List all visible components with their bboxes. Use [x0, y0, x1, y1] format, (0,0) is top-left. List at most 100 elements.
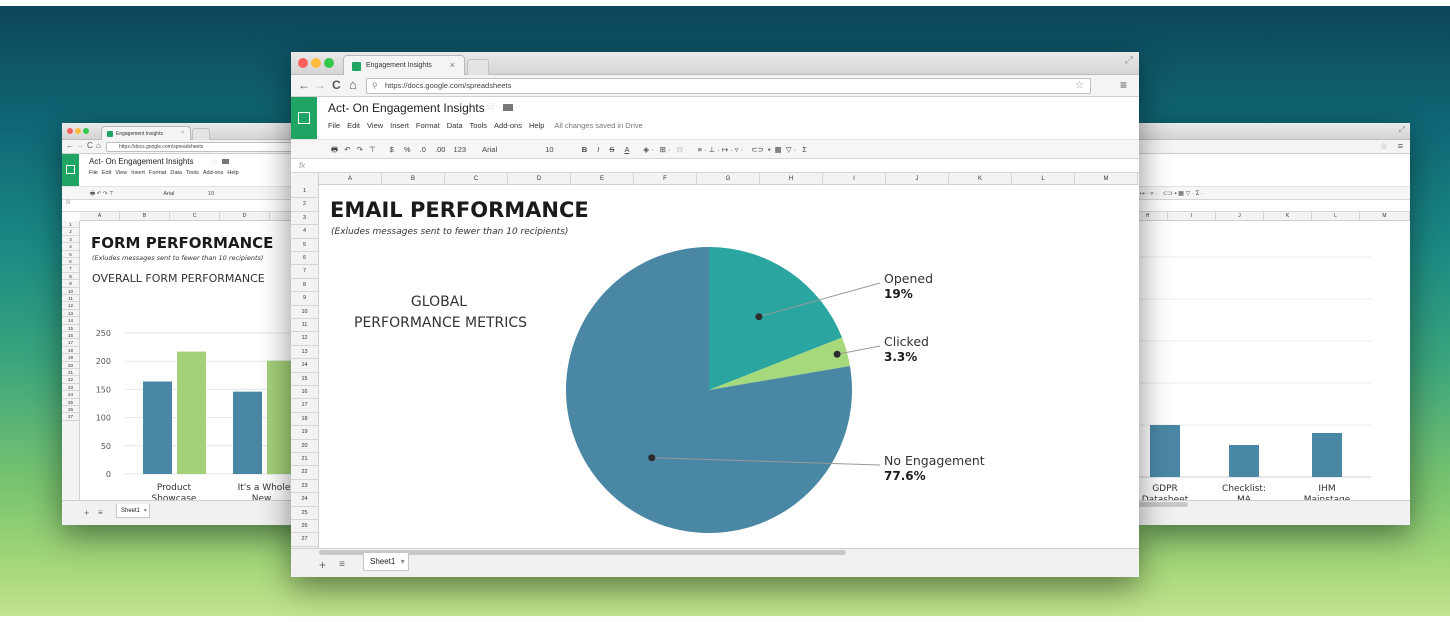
row-header[interactable]: 18 [291, 413, 318, 427]
link-icon[interactable]: ⊂⊃ [751, 145, 764, 154]
col-header[interactable]: G [697, 173, 760, 185]
menu-edit[interactable]: Edit [347, 121, 360, 130]
star-icon[interactable]: ☆ [211, 157, 218, 166]
sheet-tab[interactable]: Sheet1 ▾ [363, 553, 409, 571]
row-header[interactable]: 6 [291, 252, 318, 266]
folder-icon[interactable] [503, 104, 513, 111]
number-format-select[interactable]: 123 [454, 145, 467, 154]
row-header[interactable]: 9 [62, 280, 79, 288]
menu-addons[interactable]: Add-ons [494, 121, 522, 130]
row-header[interactable]: 5 [291, 239, 318, 252]
col-header[interactable]: M [1075, 173, 1138, 185]
italic-button[interactable]: I [597, 145, 599, 154]
star-icon[interactable]: ☆ [486, 100, 496, 113]
col-header[interactable]: E [571, 173, 634, 185]
add-sheet-icon[interactable]: + [319, 558, 326, 572]
row-header[interactable]: 13 [62, 309, 79, 318]
chart-icon[interactable]: ▦ [775, 145, 782, 154]
url-field[interactable]: ⚲ https://docs.google.com/spreadsheets ☆ [366, 78, 1091, 94]
menu-insert[interactable]: Insert [390, 121, 409, 130]
forward-icon[interactable]: → [76, 141, 84, 150]
row-header[interactable]: 8 [62, 272, 79, 281]
new-tab-button[interactable] [467, 59, 489, 75]
col-header[interactable]: K [949, 173, 1012, 185]
row-header[interactable]: 19 [62, 354, 79, 362]
new-tab-button[interactable] [192, 128, 210, 140]
col-header[interactable]: K [1264, 212, 1312, 221]
forward-icon[interactable]: → [314, 78, 326, 92]
row-header[interactable]: 20 [291, 440, 318, 453]
fullscreen-icon[interactable]: ⤢ [1125, 55, 1133, 66]
add-sheet-icon[interactable]: + [84, 508, 89, 518]
filter-icon[interactable]: ▽ [1186, 191, 1191, 197]
menu-view[interactable]: View [367, 121, 383, 130]
comment-icon[interactable]: ▪ [1174, 191, 1176, 197]
row-header[interactable]: 24 [291, 493, 318, 507]
functions-button[interactable]: Σ [802, 145, 807, 154]
row-header[interactable]: 16 [291, 386, 318, 400]
browser-tab[interactable]: Engagement Insights × [343, 55, 465, 75]
row-header[interactable]: 11 [291, 319, 318, 333]
strikethrough-button[interactable]: S [609, 145, 614, 154]
row-header[interactable]: 21 [291, 453, 318, 467]
tab-close-icon[interactable]: × [181, 130, 184, 136]
bookmark-star-icon[interactable]: ☆ [1380, 141, 1388, 152]
col-header[interactable]: A [319, 173, 382, 185]
back-icon[interactable]: ← [298, 78, 310, 92]
row-header[interactable]: 26 [291, 520, 318, 534]
menu-help[interactable]: Help [529, 121, 544, 130]
col-header[interactable]: I [1168, 212, 1216, 221]
home-icon[interactable]: ⌂ [349, 77, 357, 92]
row-header[interactable]: 5 [62, 250, 79, 258]
minimize-dot[interactable] [311, 58, 321, 68]
col-header[interactable]: D [508, 173, 571, 185]
redo-icon[interactable]: ↷ [103, 191, 108, 197]
row-header[interactable]: 12 [62, 302, 79, 310]
doc-title[interactable]: Act- On Engagement Insights [89, 157, 194, 166]
row-header[interactable]: 1 [62, 221, 79, 229]
menu-file[interactable]: File [89, 170, 98, 176]
fullscreen-icon[interactable]: ⤢ [1399, 125, 1405, 135]
col-header[interactable]: H [1138, 212, 1168, 221]
sheet-tab-dropdown-icon[interactable]: ▾ [144, 508, 147, 514]
right-formula-bar[interactable] [1138, 200, 1410, 212]
align-icon[interactable]: ↦ · ▿ · [1140, 191, 1157, 197]
font-select[interactable]: Arial [163, 191, 174, 197]
menu-format[interactable]: Format [149, 170, 166, 176]
zoom-dot[interactable] [83, 128, 89, 134]
url-field[interactable]: https://docs.google.com/spreadsheets [106, 142, 306, 152]
doc-title[interactable]: Act- On Engagement Insights [328, 101, 485, 115]
row-header[interactable]: 10 [291, 306, 318, 319]
row-header[interactable]: 23 [62, 383, 79, 392]
menu-tools[interactable]: Tools [470, 121, 488, 130]
col-header[interactable]: I [823, 173, 886, 185]
row-header[interactable]: 20 [62, 361, 79, 369]
row-header[interactable]: 17 [291, 399, 318, 413]
row-header[interactable]: 25 [62, 398, 79, 406]
reload-icon[interactable]: C [332, 78, 341, 92]
sheets-logo[interactable] [62, 154, 79, 186]
paint-format-icon[interactable]: ⊤ [109, 191, 114, 197]
row-header[interactable]: 27 [291, 533, 318, 547]
menu-help[interactable]: Help [227, 170, 238, 176]
percent-button[interactable]: % [404, 145, 411, 154]
left-formula-bar[interactable]: fx [62, 200, 310, 212]
minimize-dot[interactable] [75, 128, 81, 134]
menu-format[interactable]: Format [416, 121, 440, 130]
zoom-dot[interactable] [324, 58, 334, 68]
row-header[interactable]: 22 [62, 376, 79, 384]
col-header[interactable]: C [170, 212, 220, 221]
merge-icon[interactable]: ⊟ · [677, 145, 688, 154]
horizontal-scrollbar[interactable] [1138, 502, 1188, 507]
print-icon[interactable]: 🖶 [331, 145, 338, 154]
row-header[interactable]: 3 [291, 212, 318, 226]
row-header[interactable]: 3 [62, 235, 79, 244]
row-header[interactable]: 18 [62, 346, 79, 355]
browser-menu-icon[interactable]: ≡ [1398, 141, 1403, 151]
row-header[interactable]: 26 [62, 406, 79, 414]
browser-menu-icon[interactable]: ≡ [1120, 78, 1127, 92]
folder-icon[interactable] [222, 159, 229, 164]
font-select[interactable]: Arial [482, 145, 497, 154]
increase-decimal-button[interactable]: .00 [435, 145, 445, 154]
link-icon[interactable]: ⊂⊃ [1163, 191, 1173, 197]
